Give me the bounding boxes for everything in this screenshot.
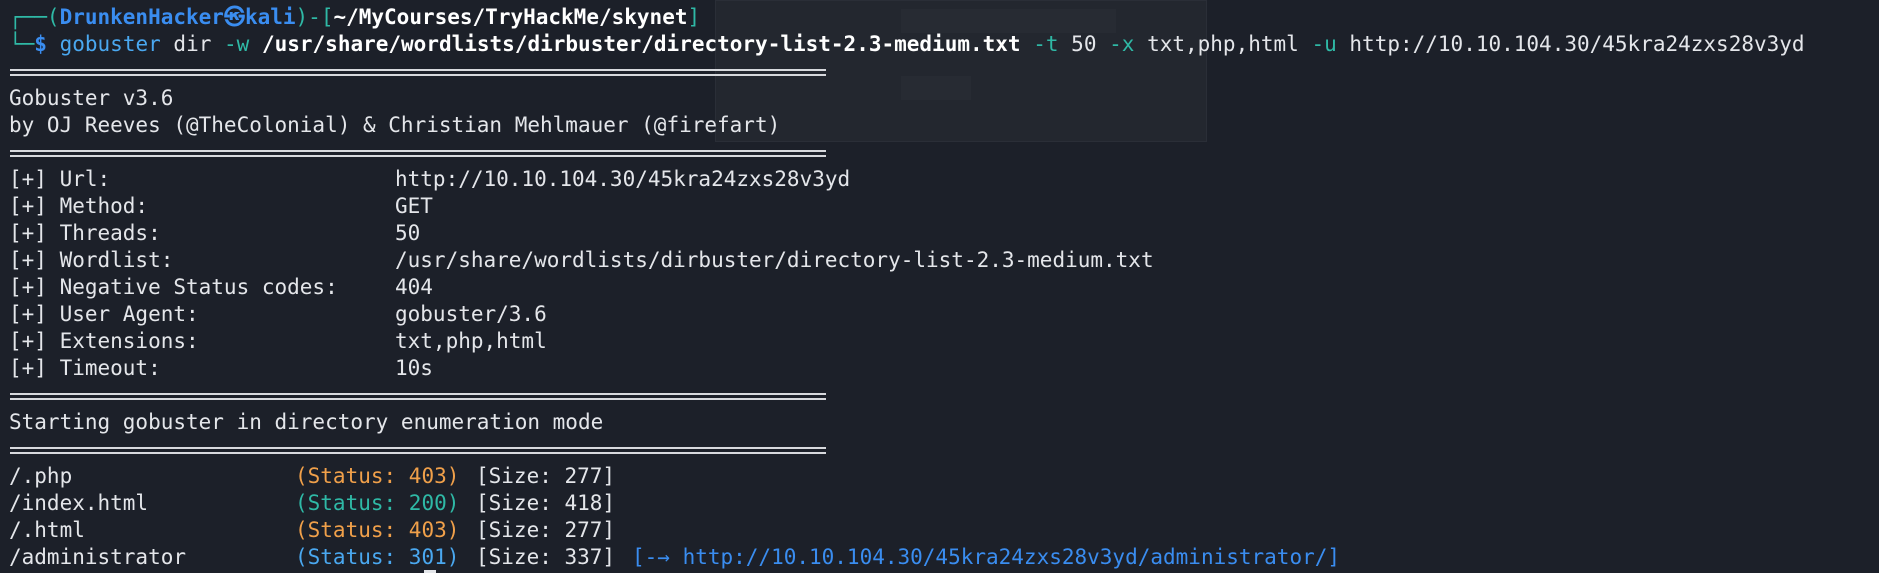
command-url: http://10.10.104.30/45kra24zxs28v3yd (1349, 32, 1805, 56)
command-program: gobuster (59, 32, 161, 56)
prompt-line: ┌──(DrunkenHacker㉿kali)-[~/MyCourses/Try… (9, 4, 700, 31)
background-submit-button (901, 76, 971, 100)
separator-2 (10, 150, 826, 157)
prompt-user: DrunkenHacker (59, 5, 224, 29)
config-label: [+] User Agent: (9, 302, 199, 326)
prompt-path: ~/MyCourses/TryHackMe/skynet (333, 5, 688, 29)
result-row[interactable]: /administrator (Status: 301) [Size: 337] [-… (9, 544, 1340, 571)
result-size: [Size: 277] (476, 518, 616, 542)
config-line-url: [+] Url: http://10.10.104.30/45kra24zxs28… (9, 166, 850, 193)
skull-icon: ㉿ (223, 5, 245, 29)
config-value: 50 (395, 221, 421, 245)
separator-1 (10, 69, 826, 76)
result-row[interactable]: /index.html (Status: 200) [Size: 418] (9, 490, 615, 517)
separator-3 (10, 393, 826, 400)
command-flag-u: -u (1311, 32, 1337, 56)
command-flag-w: -w (224, 32, 250, 56)
result-path: /.html (9, 518, 85, 542)
config-value: gobuster/3.6 (395, 302, 547, 326)
result-status: (Status: 200) (295, 491, 460, 515)
start-message: Starting gobuster in directory enumerati… (9, 410, 604, 434)
config-line-method: [+] Method: GET (9, 193, 433, 220)
command-extensions: txt,php,html (1147, 32, 1299, 56)
config-line-timeout: [+] Timeout: 10s (9, 355, 433, 382)
config-label: [+] Extensions: (9, 329, 199, 353)
config-label: [+] Method: (9, 194, 149, 218)
prompt-mid: )-[ (295, 5, 334, 29)
config-line-threads: [+] Threads: 50 (9, 220, 420, 247)
terminal-window[interactable]: ┌──(DrunkenHacker㉿kali)-[~/MyCourses/Try… (0, 0, 1879, 573)
banner-version: Gobuster v3.6 (9, 86, 174, 110)
result-size: [Size: 337] (476, 545, 616, 569)
config-label: [+] Negative Status codes: (9, 275, 338, 299)
config-line-wordlist: [+] Wordlist: /usr/share/wordlists/dirbus… (9, 247, 1154, 274)
result-path: /.php (9, 464, 73, 488)
config-value: http://10.10.104.30/45kra24zxs28v3yd (395, 167, 851, 191)
command-threads: 50 (1071, 32, 1097, 56)
command-subcommand: dir (173, 32, 212, 56)
result-path: /index.html (9, 491, 149, 515)
prompt-corner-bottom: └─ (9, 32, 35, 56)
config-line-user-agent: [+] User Agent: gobuster/3.6 (9, 301, 547, 328)
banner-authors: by OJ Reeves (@TheColonial) & Christian … (9, 113, 781, 137)
config-value: 404 (395, 275, 433, 299)
result-row[interactable]: /.php (Status: 403) [Size: 277] (9, 463, 615, 490)
command-flag-t: -t (1033, 32, 1059, 56)
prompt-corner-top: ┌──( (9, 5, 60, 29)
background-username-field (901, 9, 1116, 33)
result-row[interactable]: /.html (Status: 403) [Size: 277] (9, 517, 615, 544)
prompt-symbol: $ (34, 32, 47, 56)
result-path: /administrator (9, 545, 187, 569)
config-label: [+] Wordlist: (9, 248, 174, 272)
result-status: (Status: 403) (295, 464, 460, 488)
prompt-host: kali (244, 5, 296, 29)
result-status: (Status: 403) (295, 518, 460, 542)
config-label: [+] Threads: (9, 221, 161, 245)
config-line-negative-status: [+] Negative Status codes: 404 (9, 274, 433, 301)
config-line-extensions: [+] Extensions: txt,php,html (9, 328, 547, 355)
result-size: [Size: 418] (476, 491, 616, 515)
config-value: /usr/share/wordlists/dirbuster/directory… (395, 248, 1154, 272)
config-label: [+] Timeout: (9, 356, 161, 380)
config-label: [+] Url: (9, 167, 111, 191)
result-size: [Size: 277] (476, 464, 616, 488)
config-value: 10s (395, 356, 433, 380)
command-line[interactable]: └─$ gobuster dir -w /usr/share/wordlists… (9, 31, 1805, 58)
command-wordlist: /usr/share/wordlists/dirbuster/directory… (261, 32, 1021, 56)
config-value: txt,php,html (395, 329, 547, 353)
separator-4 (10, 447, 826, 454)
command-flag-x: -x (1109, 32, 1135, 56)
config-value: GET (395, 194, 433, 218)
prompt-close: ] (687, 5, 701, 29)
result-redirect-link[interactable]: [-→ http://10.10.104.30/45kra24zxs28v3yd… (632, 544, 1340, 571)
result-status: (Status: 301) (295, 545, 460, 569)
